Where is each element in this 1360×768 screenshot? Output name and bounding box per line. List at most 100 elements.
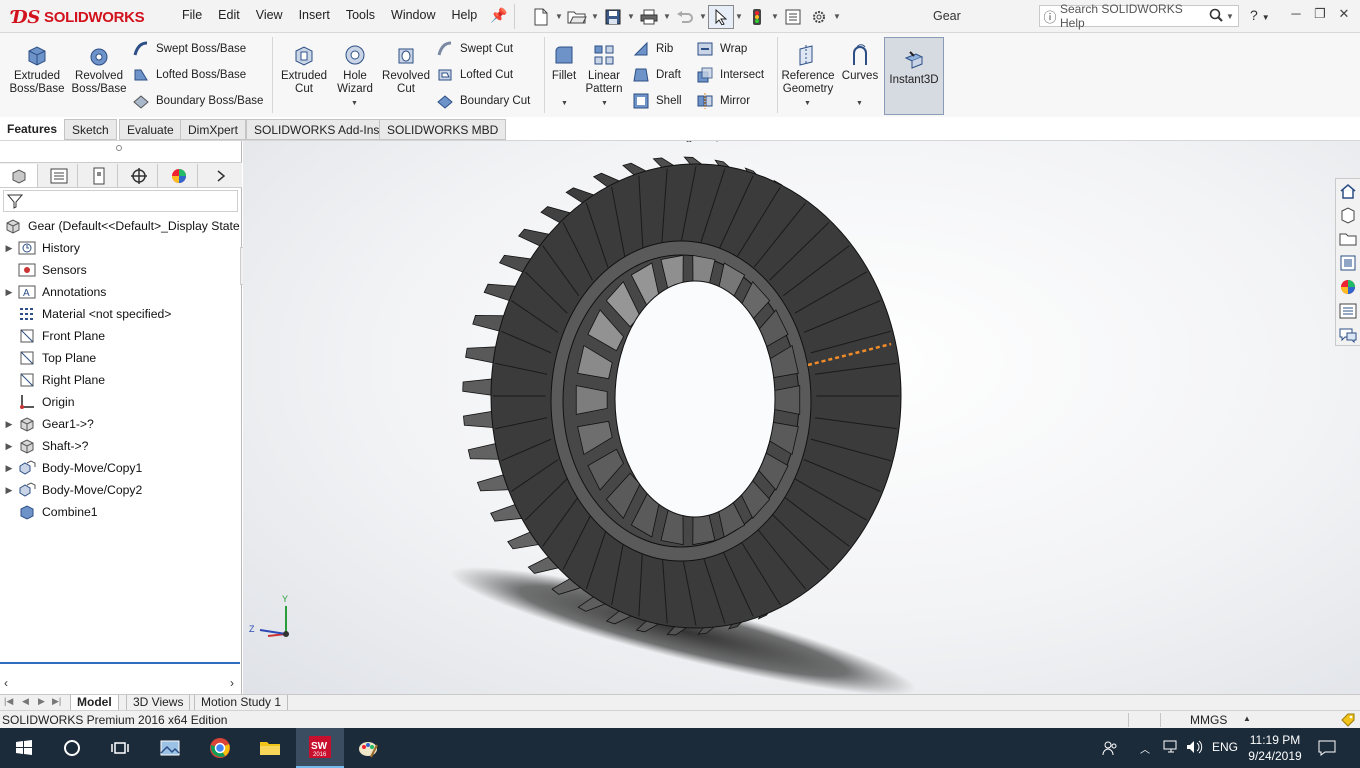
linear-pattern-dropdown[interactable]: ▼ (601, 100, 608, 107)
chevron-right-icon[interactable] (202, 164, 240, 187)
tree-item-front-plane[interactable]: Front Plane (0, 325, 240, 347)
restore-window-icon[interactable]: ❐ (1310, 6, 1330, 22)
tree-item-shaft[interactable]: ▶ Shaft->? (0, 435, 240, 457)
help-search-box[interactable]: ⓘ Search SOLIDWORKS Help ▼ (1039, 2, 1239, 30)
tree-item-right-plane[interactable]: Right Plane (0, 369, 240, 391)
search-dropdown[interactable]: ▼ (1226, 12, 1238, 21)
save-icon[interactable] (600, 5, 626, 29)
reference-geometry-dropdown[interactable]: ▼ (804, 100, 811, 107)
save-dropdown[interactable]: ▼ (626, 12, 636, 21)
tree-item-annotations[interactable]: ▶ A Annotations (0, 281, 240, 303)
draft-button[interactable]: Draft (632, 65, 681, 85)
new-dropdown[interactable]: ▼ (554, 12, 564, 21)
tree-item-body-move-copy1[interactable]: ▶ Body-Move/Copy1 (0, 457, 240, 479)
instant3d-button[interactable]: Instant3D (884, 37, 944, 115)
linear-pattern-button[interactable]: Linear Pattern (583, 43, 625, 96)
reference-geometry-button[interactable]: Reference Geometry (780, 43, 836, 96)
tree-item-material[interactable]: Material <not specified> (0, 303, 240, 325)
swept-boss-button[interactable]: Swept Boss/Base (132, 39, 246, 59)
menu-tools[interactable]: Tools (338, 8, 383, 22)
system-clock[interactable]: 11:19 PM 9/24/2019 (1244, 732, 1306, 764)
rebuild-traffic-light-icon[interactable] (744, 5, 770, 29)
revolved-boss-button[interactable]: Revolved Boss/Base (70, 43, 128, 96)
print-dropdown[interactable]: ▼ (662, 12, 672, 21)
mirror-button[interactable]: Mirror (696, 91, 750, 111)
tab-solidworks-add-ins[interactable]: SOLIDWORKS Add-Ins (246, 119, 388, 140)
revolved-cut-button[interactable]: Revolved Cut (380, 43, 432, 96)
tree-item-origin[interactable]: Origin (0, 391, 240, 413)
tab-prev-icon[interactable]: ◀ (22, 696, 29, 707)
featuremanager-tab-icon[interactable] (0, 164, 38, 187)
tab-first-icon[interactable]: |◀ (4, 696, 13, 707)
expand-arrow-icon[interactable]: ▶ (0, 243, 18, 254)
start-windows-icon[interactable] (0, 728, 48, 768)
graphics-area[interactable]: ▼ ▼ ▼ ▼ ▼ ◧ ◨ ─ ❐ ✕ (243, 141, 1360, 694)
tree-filter-box[interactable] (3, 190, 238, 212)
options-gear-icon[interactable] (806, 5, 832, 29)
design-library-icon[interactable] (1336, 203, 1360, 227)
fillet-dropdown[interactable]: ▼ (561, 100, 568, 107)
forum-chat-icon[interactable] (1336, 323, 1360, 347)
scroll-right-icon[interactable]: › (230, 676, 234, 690)
select-dropdown[interactable]: ▼ (734, 12, 744, 21)
solidworks-logo[interactable]: ƊS SOLIDWORKS (12, 6, 145, 28)
scroll-left-icon[interactable]: ‹ (4, 676, 8, 690)
tab-next-icon[interactable]: ▶ (38, 696, 45, 707)
rib-button[interactable]: Rib (632, 39, 673, 59)
tree-item-sensors[interactable]: Sensors (0, 259, 240, 281)
unit-system-selector[interactable]: MMGS (1190, 713, 1227, 727)
expand-arrow-icon[interactable]: ▶ (0, 485, 18, 496)
tree-horizontal-scrollbar[interactable]: ‹ › (0, 676, 240, 692)
shell-button[interactable]: Shell (632, 91, 682, 111)
chrome-browser-icon[interactable] (196, 728, 244, 768)
tree-item-top-plane[interactable]: Top Plane (0, 347, 240, 369)
hole-wizard-button[interactable]: Hole Wizard (334, 43, 376, 96)
menu-window[interactable]: Window (383, 8, 443, 22)
paint-app-icon[interactable] (344, 728, 392, 768)
expand-arrow-icon[interactable]: ▶ (0, 287, 18, 298)
tab-solidworks-mbd[interactable]: SOLIDWORKS MBD (379, 119, 507, 140)
people-icon[interactable] (1102, 740, 1118, 759)
print-icon[interactable] (636, 5, 662, 29)
open-folder-icon[interactable] (564, 5, 590, 29)
photos-app-icon[interactable] (146, 728, 194, 768)
input-language[interactable]: ENG (1212, 740, 1238, 754)
undo-icon[interactable] (672, 5, 698, 29)
propertymanager-tab-icon[interactable] (40, 164, 78, 187)
appearances-icon[interactable] (1336, 275, 1360, 299)
search-icon[interactable] (1206, 8, 1226, 25)
wrap-button[interactable]: Wrap (696, 39, 747, 59)
displaymanager-tab-icon[interactable] (160, 164, 198, 187)
cortana-search-icon[interactable] (48, 728, 96, 768)
boundary-cut-button[interactable]: Boundary Cut (436, 91, 530, 111)
task-view-icon[interactable] (96, 728, 144, 768)
rebuild-dropdown[interactable]: ▼ (770, 12, 780, 21)
menu-help[interactable]: Help (444, 8, 486, 22)
options-dropdown[interactable]: ▼ (832, 12, 842, 21)
custom-properties-icon[interactable] (1336, 299, 1360, 323)
volume-icon[interactable] (1186, 740, 1204, 757)
tree-root-part[interactable]: Gear (Default<<Default>_Display State 1 (0, 215, 250, 237)
boundary-boss-button[interactable]: Boundary Boss/Base (132, 91, 263, 111)
tab-last-icon[interactable]: ▶| (52, 696, 61, 707)
lofted-cut-button[interactable]: Lofted Cut (436, 65, 513, 85)
menu-view[interactable]: View (248, 8, 291, 22)
network-icon[interactable] (1162, 740, 1180, 757)
menu-edit[interactable]: Edit (210, 8, 248, 22)
panel-grip-handle[interactable] (116, 145, 122, 151)
file-explorer-icon[interactable] (246, 728, 294, 768)
expand-arrow-icon[interactable]: ▶ (0, 441, 18, 452)
undo-dropdown[interactable]: ▼ (698, 12, 708, 21)
tree-item-history[interactable]: ▶ History (0, 237, 240, 259)
configurationmanager-tab-icon[interactable] (80, 164, 118, 187)
tab-dimxpert[interactable]: DimXpert (180, 119, 247, 140)
tree-item-body-move-copy2[interactable]: ▶ Body-Move/Copy2 (0, 479, 240, 501)
intersect-button[interactable]: Intersect (696, 65, 764, 85)
unit-system-up-arrow-icon[interactable]: ▲ (1243, 714, 1251, 723)
dimxpertmanager-tab-icon[interactable] (120, 164, 158, 187)
home-icon[interactable] (1336, 179, 1360, 203)
select-pointer-icon[interactable] (708, 4, 734, 29)
expand-arrow-icon[interactable]: ▶ (0, 419, 18, 430)
menu-insert[interactable]: Insert (291, 8, 338, 22)
curves-button[interactable]: Curves (840, 43, 880, 83)
